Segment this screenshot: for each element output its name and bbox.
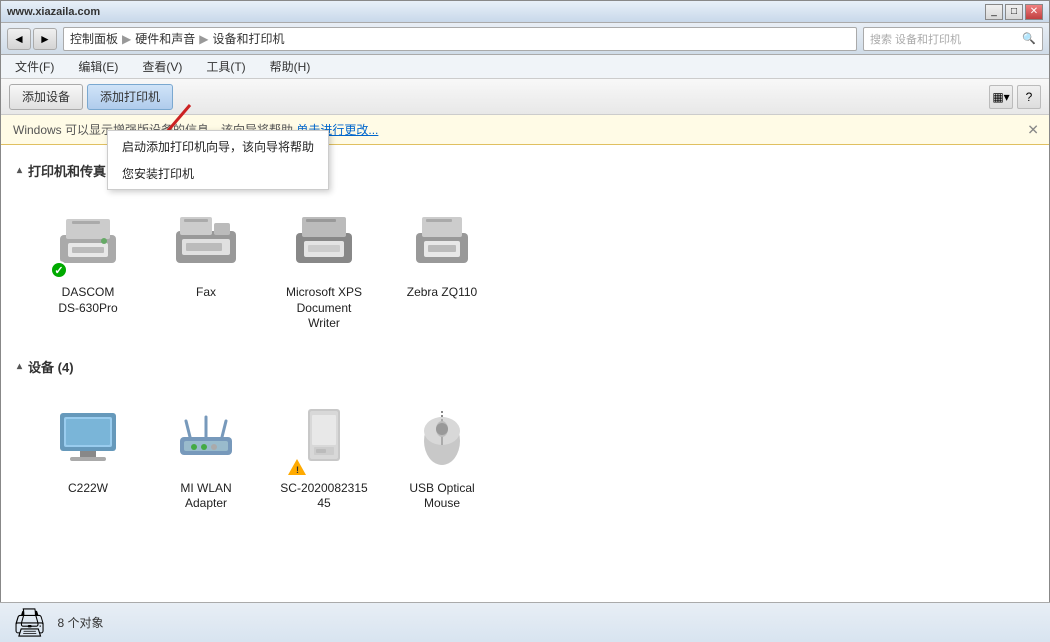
device-icon-dascom: ✓ xyxy=(48,201,128,281)
toolbar: 添加设备 添加打印机 ▦▾ ? xyxy=(1,79,1049,115)
toolbar-right: ▦▾ ? xyxy=(989,85,1041,109)
minimize-button[interactable]: _ xyxy=(985,4,1003,20)
view-options-button[interactable]: ▦▾ xyxy=(989,85,1013,109)
tooltip-item-2[interactable]: 您安装打印机 xyxy=(108,160,328,187)
device-item-dascom[interactable]: ✓ DASCOMDS-630Pro xyxy=(33,192,143,341)
c222w-label: C222W xyxy=(68,481,108,497)
device-item-c222w[interactable]: C222W xyxy=(33,388,143,521)
add-device-button[interactable]: 添加设备 xyxy=(9,84,83,110)
devices-section-title: 设备 (4) xyxy=(28,357,74,376)
notification-close-button[interactable]: ✕ xyxy=(1027,121,1039,138)
xps-printer-icon xyxy=(288,205,360,277)
nav-buttons: ◄ ► xyxy=(7,28,57,50)
device-item-zebra[interactable]: Zebra ZQ110 xyxy=(387,192,497,341)
breadcrumb-item-1[interactable]: 控制面板 xyxy=(70,30,118,47)
status-bar: 🖨 8 个对象 xyxy=(0,602,1050,642)
xps-label: Microsoft XPSDocumentWriter xyxy=(286,285,362,332)
search-placeholder: 搜索 设备和打印机 xyxy=(870,31,961,47)
title-logo: www.xiazaila.com xyxy=(7,6,985,18)
device-item-usb-mouse[interactable]: USB OpticalMouse xyxy=(387,388,497,521)
back-button[interactable]: ◄ xyxy=(7,28,31,50)
menu-bar: 文件(F) 编辑(E) 查看(V) 工具(T) 帮助(H) xyxy=(1,55,1049,79)
devices-section-header: ▴ 设备 (4) xyxy=(17,357,1033,376)
close-button[interactable]: ✕ xyxy=(1025,4,1043,20)
devices-grid: C222W MI WLANAdapter xyxy=(17,388,1033,521)
tooltip-item-1[interactable]: 启动添加打印机向导，该向导将帮助 xyxy=(108,133,328,160)
printers-collapse-arrow[interactable]: ▴ xyxy=(17,165,22,176)
warning-exclamation: ! xyxy=(296,465,299,475)
router-icon xyxy=(170,401,242,473)
forward-button[interactable]: ► xyxy=(33,28,57,50)
status-icon: 🖨 xyxy=(12,606,48,639)
search-bar[interactable]: 搜索 设备和打印机 🔍 xyxy=(863,27,1043,51)
status-text: 8 个对象 xyxy=(58,614,104,631)
device-item-fax[interactable]: Fax xyxy=(151,192,261,341)
dascom-label: DASCOMDS-630Pro xyxy=(58,285,117,316)
device-icon-mouse xyxy=(402,397,482,477)
zebra-label: Zebra ZQ110 xyxy=(407,285,477,301)
devices-collapse-arrow[interactable]: ▴ xyxy=(17,361,22,372)
device-item-xps[interactable]: Microsoft XPSDocumentWriter xyxy=(269,192,379,341)
main-content: ▴ 打印机和传真 (4) ✓ DASCOMDS-630Pro xyxy=(1,145,1049,599)
breadcrumb-sep-2: ▶ xyxy=(199,32,208,46)
breadcrumb-sep-1: ▶ xyxy=(122,32,131,46)
maximize-button[interactable]: □ xyxy=(1005,4,1023,20)
device-icon-xps xyxy=(284,201,364,281)
address-bar: ◄ ► 控制面板 ▶ 硬件和声音 ▶ 设备和打印机 搜索 设备和打印机 🔍 xyxy=(1,23,1049,55)
device-icon-fax xyxy=(166,201,246,281)
sc2020-label: SC-202008231545 xyxy=(280,481,367,512)
menu-tools[interactable]: 工具(T) xyxy=(200,56,251,77)
breadcrumb-item-2[interactable]: 硬件和声音 xyxy=(135,30,195,47)
search-icon: 🔍 xyxy=(1022,32,1036,45)
mouse-icon xyxy=(406,401,478,473)
menu-help[interactable]: 帮助(H) xyxy=(264,56,317,77)
device-icon-monitor xyxy=(48,397,128,477)
device-item-sc2020[interactable]: ! SC-202008231545 xyxy=(269,388,379,521)
device-icon-zebra xyxy=(402,201,482,281)
device-icon-router xyxy=(166,397,246,477)
mi-wlan-label: MI WLANAdapter xyxy=(180,481,231,512)
zebra-printer-icon xyxy=(406,205,478,277)
status-ok-dascom: ✓ xyxy=(50,261,68,279)
tooltip-menu: 启动添加打印机向导，该向导将帮助 您安装打印机 xyxy=(107,130,329,190)
usb-mouse-label: USB OpticalMouse xyxy=(409,481,474,512)
fax-icon xyxy=(170,205,242,277)
add-printer-button[interactable]: 添加打印机 xyxy=(87,84,173,110)
fax-label: Fax xyxy=(196,285,216,301)
window-controls[interactable]: _ □ ✕ xyxy=(985,4,1043,20)
breadcrumb[interactable]: 控制面板 ▶ 硬件和声音 ▶ 设备和打印机 xyxy=(63,27,857,51)
printers-grid: ✓ DASCOMDS-630Pro Fax xyxy=(17,192,1033,341)
title-bar: www.xiazaila.com _ □ ✕ xyxy=(1,1,1049,23)
menu-edit[interactable]: 编辑(E) xyxy=(72,56,124,77)
monitor-icon xyxy=(52,401,124,473)
help-button[interactable]: ? xyxy=(1017,85,1041,109)
menu-file[interactable]: 文件(F) xyxy=(9,56,60,77)
breadcrumb-item-3[interactable]: 设备和打印机 xyxy=(213,30,285,47)
device-item-mi-wlan[interactable]: MI WLANAdapter xyxy=(151,388,261,521)
menu-view[interactable]: 查看(V) xyxy=(136,56,188,77)
device-icon-storage: ! xyxy=(284,397,364,477)
